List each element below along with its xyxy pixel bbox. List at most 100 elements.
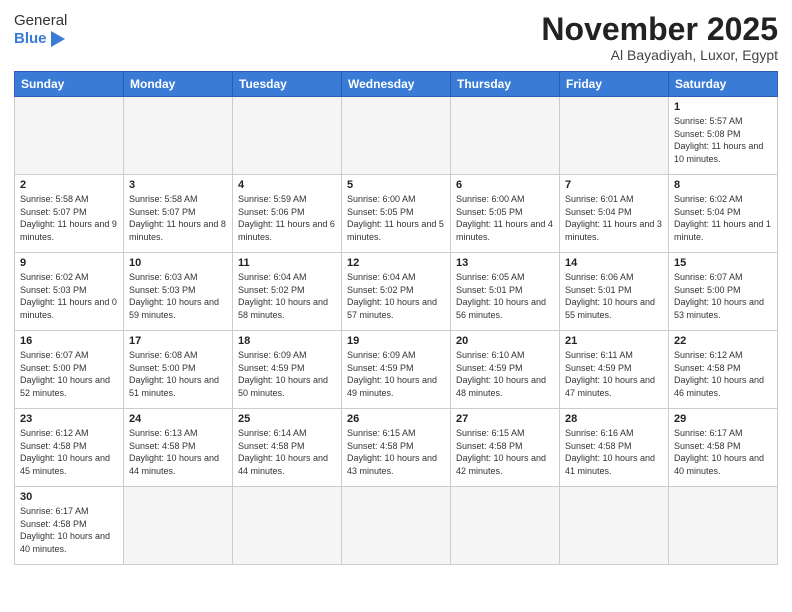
calendar-week-3: 9 Sunrise: 6:02 AM Sunset: 5:03 PM Daylig… [15, 253, 778, 331]
day-number: 22 [674, 335, 772, 347]
day-number: 9 [20, 257, 118, 269]
day-info: Sunrise: 6:01 AM Sunset: 5:04 PM Dayligh… [565, 193, 663, 243]
calendar-week-4: 16 Sunrise: 6:07 AM Sunset: 5:00 PM Dayli… [15, 331, 778, 409]
day-info: Sunrise: 6:12 AM Sunset: 4:58 PM Dayligh… [674, 349, 772, 399]
calendar-cell [233, 97, 342, 175]
calendar-cell [124, 97, 233, 175]
day-number: 29 [674, 413, 772, 425]
calendar-cell: 5Sunrise: 6:00 AM Sunset: 5:05 PM Daylig… [342, 175, 451, 253]
calendar-cell [560, 487, 669, 565]
day-info: Sunrise: 6:03 AM Sunset: 5:03 PM Dayligh… [129, 271, 227, 321]
calendar-header-row: Sunday Monday Tuesday Wednesday Thursday… [15, 72, 778, 97]
day-number: 3 [129, 179, 227, 191]
day-info: Sunrise: 6:11 AM Sunset: 4:59 PM Dayligh… [565, 349, 663, 399]
calendar-cell: 20Sunrise: 6:10 AM Sunset: 4:59 PM Dayli… [451, 331, 560, 409]
day-number: 26 [347, 413, 445, 425]
day-info: Sunrise: 6:13 AM Sunset: 4:58 PM Dayligh… [129, 427, 227, 477]
day-info: Sunrise: 6:08 AM Sunset: 5:00 PM Dayligh… [129, 349, 227, 399]
calendar-cell: 17 Sunrise: 6:08 AM Sunset: 5:00 PM Dayli… [124, 331, 233, 409]
calendar-cell [15, 97, 124, 175]
calendar-week-6: 30 Sunrise: 6:17 AM Sunset: 4:58 PM Dayli… [15, 487, 778, 565]
calendar-cell: 16 Sunrise: 6:07 AM Sunset: 5:00 PM Dayli… [15, 331, 124, 409]
day-number: 5 [347, 179, 445, 191]
calendar-cell: 3Sunrise: 5:58 AM Sunset: 5:07 PM Daylig… [124, 175, 233, 253]
calendar-cell [560, 97, 669, 175]
day-number: 28 [565, 413, 663, 425]
day-info: Sunrise: 6:02 AM Sunset: 5:04 PM Dayligh… [674, 193, 772, 243]
day-number: 24 [129, 413, 227, 425]
day-info: Sunrise: 6:16 AM Sunset: 4:58 PM Dayligh… [565, 427, 663, 477]
header-sunday: Sunday [15, 72, 124, 97]
header-friday: Friday [560, 72, 669, 97]
header-wednesday: Wednesday [342, 72, 451, 97]
calendar-cell [669, 487, 778, 565]
day-info: Sunrise: 6:17 AM Sunset: 4:58 PM Dayligh… [20, 505, 118, 555]
day-info: Sunrise: 5:59 AM Sunset: 5:06 PM Dayligh… [238, 193, 336, 243]
day-number: 12 [347, 257, 445, 269]
day-info: Sunrise: 6:09 AM Sunset: 4:59 PM Dayligh… [238, 349, 336, 399]
header: General Blue November 2025 Al Bayadiyah,… [14, 12, 778, 63]
calendar-cell: 30 Sunrise: 6:17 AM Sunset: 4:58 PM Dayli… [15, 487, 124, 565]
day-number: 15 [674, 257, 772, 269]
day-info: Sunrise: 6:06 AM Sunset: 5:01 PM Dayligh… [565, 271, 663, 321]
day-info: Sunrise: 5:57 AM Sunset: 5:08 PM Dayligh… [674, 115, 772, 165]
calendar-table: Sunday Monday Tuesday Wednesday Thursday… [14, 71, 778, 565]
calendar-cell: 7 Sunrise: 6:01 AM Sunset: 5:04 PM Daylig… [560, 175, 669, 253]
day-number: 25 [238, 413, 336, 425]
calendar-cell: 4 Sunrise: 5:59 AM Sunset: 5:06 PM Daylig… [233, 175, 342, 253]
calendar-cell: 14 Sunrise: 6:06 AM Sunset: 5:01 PM Dayli… [560, 253, 669, 331]
title-block: November 2025 Al Bayadiyah, Luxor, Egypt [541, 12, 778, 63]
calendar-cell [124, 487, 233, 565]
calendar-week-5: 23Sunrise: 6:12 AM Sunset: 4:58 PM Dayli… [15, 409, 778, 487]
day-number: 10 [129, 257, 227, 269]
calendar-cell: 29 Sunrise: 6:17 AM Sunset: 4:58 PM Dayli… [669, 409, 778, 487]
calendar-cell [233, 487, 342, 565]
calendar-cell: 1Sunrise: 5:57 AM Sunset: 5:08 PM Daylig… [669, 97, 778, 175]
calendar-cell: 22 Sunrise: 6:12 AM Sunset: 4:58 PM Dayli… [669, 331, 778, 409]
day-info: Sunrise: 6:14 AM Sunset: 4:58 PM Dayligh… [238, 427, 336, 477]
day-info: Sunrise: 6:09 AM Sunset: 4:59 PM Dayligh… [347, 349, 445, 399]
calendar-cell: 27Sunrise: 6:15 AM Sunset: 4:58 PM Dayli… [451, 409, 560, 487]
header-saturday: Saturday [669, 72, 778, 97]
day-number: 17 [129, 335, 227, 347]
day-info: Sunrise: 6:05 AM Sunset: 5:01 PM Dayligh… [456, 271, 554, 321]
calendar-cell: 10 Sunrise: 6:03 AM Sunset: 5:03 PM Dayli… [124, 253, 233, 331]
calendar-week-2: 2Sunrise: 5:58 AM Sunset: 5:07 PM Daylig… [15, 175, 778, 253]
day-number: 11 [238, 257, 336, 269]
calendar-cell: 21 Sunrise: 6:11 AM Sunset: 4:59 PM Dayli… [560, 331, 669, 409]
day-info: Sunrise: 6:07 AM Sunset: 5:00 PM Dayligh… [674, 271, 772, 321]
day-number: 4 [238, 179, 336, 191]
calendar-cell: 6 Sunrise: 6:00 AM Sunset: 5:05 PM Daylig… [451, 175, 560, 253]
day-number: 19 [347, 335, 445, 347]
calendar-cell: 2Sunrise: 5:58 AM Sunset: 5:07 PM Daylig… [15, 175, 124, 253]
calendar-cell: 28 Sunrise: 6:16 AM Sunset: 4:58 PM Dayli… [560, 409, 669, 487]
day-info: Sunrise: 6:04 AM Sunset: 5:02 PM Dayligh… [238, 271, 336, 321]
calendar-cell: 24 Sunrise: 6:13 AM Sunset: 4:58 PM Dayli… [124, 409, 233, 487]
calendar-cell [342, 97, 451, 175]
day-number: 6 [456, 179, 554, 191]
day-number: 16 [20, 335, 118, 347]
logo: General Blue [14, 12, 67, 48]
calendar-cell: 11 Sunrise: 6:04 AM Sunset: 5:02 PM Dayli… [233, 253, 342, 331]
calendar-cell: 9 Sunrise: 6:02 AM Sunset: 5:03 PM Daylig… [15, 253, 124, 331]
calendar-cell: 19 Sunrise: 6:09 AM Sunset: 4:59 PM Dayli… [342, 331, 451, 409]
day-number: 21 [565, 335, 663, 347]
day-info: Sunrise: 6:00 AM Sunset: 5:05 PM Dayligh… [456, 193, 554, 243]
header-tuesday: Tuesday [233, 72, 342, 97]
calendar-cell: 8Sunrise: 6:02 AM Sunset: 5:04 PM Daylig… [669, 175, 778, 253]
day-info: Sunrise: 6:02 AM Sunset: 5:03 PM Dayligh… [20, 271, 118, 321]
day-info: Sunrise: 6:15 AM Sunset: 4:58 PM Dayligh… [347, 427, 445, 477]
calendar-cell: 23Sunrise: 6:12 AM Sunset: 4:58 PM Dayli… [15, 409, 124, 487]
day-number: 23 [20, 413, 118, 425]
day-info: Sunrise: 6:10 AM Sunset: 4:59 PM Dayligh… [456, 349, 554, 399]
day-number: 30 [20, 491, 118, 503]
day-number: 7 [565, 179, 663, 191]
calendar-cell: 15 Sunrise: 6:07 AM Sunset: 5:00 PM Dayli… [669, 253, 778, 331]
day-info: Sunrise: 6:17 AM Sunset: 4:58 PM Dayligh… [674, 427, 772, 477]
day-number: 14 [565, 257, 663, 269]
calendar-cell: 12Sunrise: 6:04 AM Sunset: 5:02 PM Dayli… [342, 253, 451, 331]
day-number: 2 [20, 179, 118, 191]
day-info: Sunrise: 6:07 AM Sunset: 5:00 PM Dayligh… [20, 349, 118, 399]
month-title: November 2025 [541, 12, 778, 47]
header-thursday: Thursday [451, 72, 560, 97]
